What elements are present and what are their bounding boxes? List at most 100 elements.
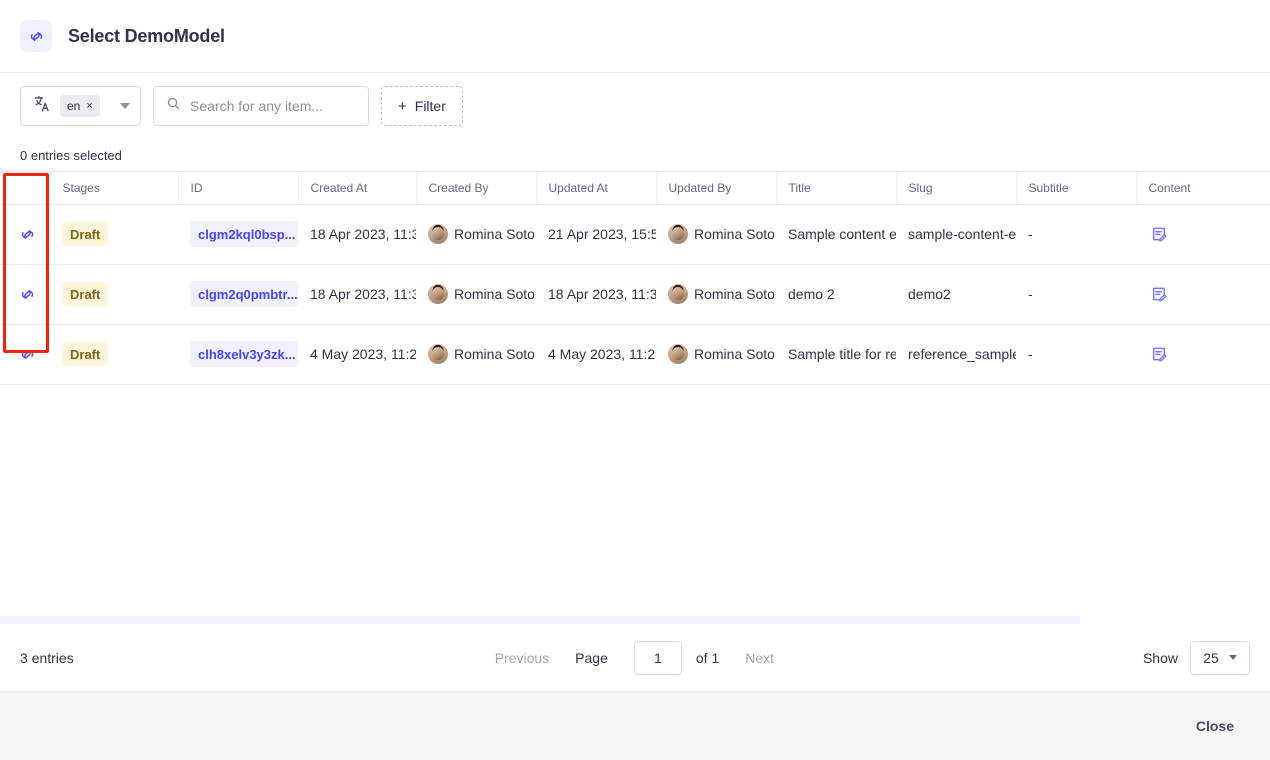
modal-footer: Close	[0, 692, 1270, 760]
column-header-id: ID	[178, 172, 298, 204]
entries-selected-label: 0 entries selected	[20, 148, 122, 163]
cell-stage: Draft	[50, 324, 178, 384]
plus-icon: +	[398, 99, 407, 114]
cell-updated-by: Romina Soto	[656, 264, 776, 324]
search-box[interactable]	[153, 86, 369, 126]
table-container: Stages ID Created At Created By Updated …	[0, 172, 1270, 624]
cell-id: clgm2kql0bsp...	[178, 204, 298, 264]
locale-tag[interactable]: en ×	[60, 95, 100, 117]
cell-title: Sample content er	[776, 204, 896, 264]
toolbar: en × + Filter	[0, 73, 1270, 139]
avatar	[428, 284, 448, 304]
link-icon[interactable]	[15, 342, 39, 366]
cell-slug: demo2	[896, 264, 1016, 324]
add-filter-button[interactable]: + Filter	[381, 86, 463, 126]
user-name: Romina Soto	[694, 346, 775, 362]
cell-created-at: 4 May 2023, 11:29	[298, 324, 416, 384]
user-name: Romina Soto	[454, 286, 535, 302]
cell-subtitle: -	[1016, 264, 1136, 324]
avatar	[428, 344, 448, 364]
cell-stage: Draft	[50, 204, 178, 264]
cell-updated-at: 4 May 2023, 11:29	[536, 324, 656, 384]
cell-updated-by: Romina Soto	[656, 324, 776, 384]
cell-created-by: Romina Soto	[416, 264, 536, 324]
cell-slug: reference_sample	[896, 324, 1016, 384]
horizontal-scrollbar[interactable]	[0, 616, 1080, 624]
cell-stage: Draft	[50, 264, 178, 324]
cell-relation-link[interactable]	[0, 204, 50, 264]
document-edit-icon[interactable]	[1148, 343, 1170, 365]
entries-table: Stages ID Created At Created By Updated …	[0, 172, 1270, 385]
cell-content[interactable]	[1136, 264, 1270, 324]
locale-selector[interactable]: en ×	[20, 86, 141, 126]
chevron-down-icon[interactable]	[120, 103, 130, 109]
table-row[interactable]: Draft clgm2kql0bsp... 18 Apr 2023, 11:35…	[0, 204, 1270, 264]
column-header-updated-by: Updated By	[656, 172, 776, 204]
document-edit-icon[interactable]	[1148, 223, 1170, 245]
cell-title: Sample title for ref	[776, 324, 896, 384]
cell-created-by: Romina Soto	[416, 324, 536, 384]
cell-relation-link[interactable]	[0, 324, 50, 384]
cell-subtitle: -	[1016, 204, 1136, 264]
table-header-row: Stages ID Created At Created By Updated …	[0, 172, 1270, 204]
avatar	[668, 224, 688, 244]
column-header-subtitle: Subtitle	[1016, 172, 1136, 204]
cell-title: demo 2	[776, 264, 896, 324]
selection-status-bar: 0 entries selected	[0, 139, 1270, 172]
chevron-down-icon	[1229, 655, 1237, 660]
cell-created-by: Romina Soto	[416, 204, 536, 264]
page-size-select[interactable]: 25	[1190, 641, 1250, 675]
column-header-title: Title	[776, 172, 896, 204]
column-header-content: Content	[1136, 172, 1270, 204]
translate-icon	[33, 94, 52, 118]
id-chip: clgm2q0pmbtr...	[190, 281, 298, 307]
total-pages-label: of 1	[696, 650, 719, 666]
close-button[interactable]: Close	[1184, 710, 1246, 742]
page-size-value: 25	[1203, 650, 1219, 666]
user-name: Romina Soto	[694, 286, 775, 302]
id-chip: clh8xelv3y3zk...	[190, 341, 298, 367]
status-badge: Draft	[62, 282, 108, 306]
next-page-button[interactable]: Next	[745, 650, 774, 666]
page-title: Select DemoModel	[68, 26, 225, 47]
column-header-slug: Slug	[896, 172, 1016, 204]
show-label: Show	[1143, 650, 1178, 666]
column-header-updated-at: Updated At	[536, 172, 656, 204]
link-icon	[20, 20, 52, 52]
user-name: Romina Soto	[454, 226, 535, 242]
table-row[interactable]: Draft clh8xelv3y3zk... 4 May 2023, 11:29…	[0, 324, 1270, 384]
modal-header: Select DemoModel	[0, 0, 1270, 73]
table-row[interactable]: Draft clgm2q0pmbtr... 18 Apr 2023, 11:39…	[0, 264, 1270, 324]
page-number-input[interactable]	[634, 641, 682, 675]
link-icon[interactable]	[15, 222, 39, 246]
cell-id: clh8xelv3y3zk...	[178, 324, 298, 384]
cell-content[interactable]	[1136, 204, 1270, 264]
id-chip: clgm2kql0bsp...	[190, 221, 298, 247]
column-header-created-at: Created At	[298, 172, 416, 204]
close-icon[interactable]: ×	[86, 101, 92, 112]
cell-relation-link[interactable]	[0, 264, 50, 324]
status-badge: Draft	[62, 222, 108, 246]
cell-slug: sample-content-e	[896, 204, 1016, 264]
search-input[interactable]	[190, 98, 356, 114]
entries-count: 3 entries	[20, 650, 74, 666]
filter-button-label: Filter	[415, 98, 446, 114]
cell-updated-at: 21 Apr 2023, 15:57	[536, 204, 656, 264]
cell-updated-at: 18 Apr 2023, 11:39	[536, 264, 656, 324]
avatar	[668, 284, 688, 304]
pager: Previous Page of 1 Next	[495, 641, 774, 675]
search-icon	[166, 96, 181, 116]
column-header-stages: Stages	[50, 172, 178, 204]
select-relation-modal: Select DemoModel en ×	[0, 0, 1270, 760]
document-edit-icon[interactable]	[1148, 283, 1170, 305]
link-icon[interactable]	[15, 282, 39, 306]
user-name: Romina Soto	[454, 346, 535, 362]
cell-updated-by: Romina Soto	[656, 204, 776, 264]
avatar	[668, 344, 688, 364]
locale-tag-label: en	[67, 99, 80, 113]
cell-content[interactable]	[1136, 324, 1270, 384]
previous-page-button[interactable]: Previous	[495, 650, 549, 666]
user-name: Romina Soto	[694, 226, 775, 242]
status-badge: Draft	[62, 342, 108, 366]
cell-subtitle: -	[1016, 324, 1136, 384]
